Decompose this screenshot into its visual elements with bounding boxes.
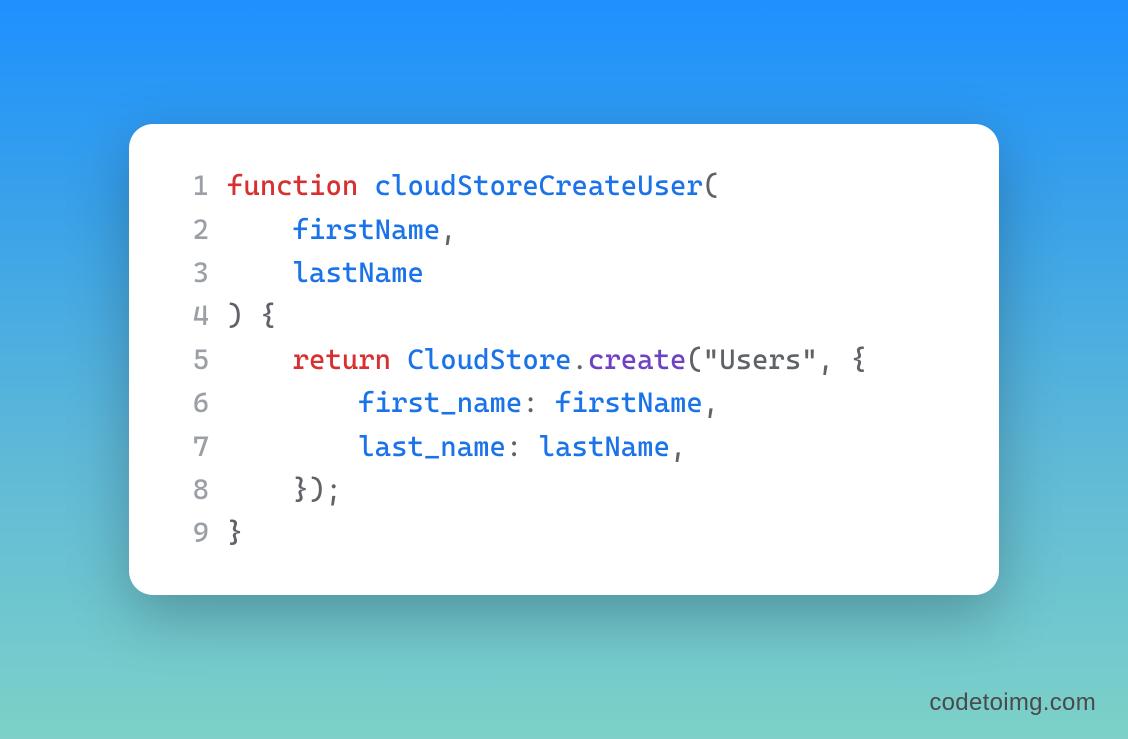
code-token: .: [572, 343, 588, 376]
code-line-content: lastName: [227, 251, 424, 294]
code-token: create: [588, 343, 686, 376]
code-line: 2 firstName,: [169, 208, 949, 251]
code-line: 9}: [169, 511, 949, 554]
code-token: CloudStore: [407, 343, 571, 376]
code-token: ,: [703, 386, 719, 419]
code-token: function: [227, 169, 358, 202]
code-line-content: }: [227, 511, 243, 554]
code-token: "Users": [703, 343, 818, 376]
code-card: 1function cloudStoreCreateUser(2 firstNa…: [129, 124, 999, 595]
code-token: [391, 343, 407, 376]
line-number: 9: [169, 511, 209, 554]
code-token: firstName: [293, 213, 441, 246]
code-token: first_name: [358, 386, 522, 419]
line-number: 4: [169, 294, 209, 337]
code-token: [227, 213, 293, 246]
line-number: 1: [169, 164, 209, 207]
code-line-content: return CloudStore.create("Users", {: [227, 338, 867, 381]
line-number: 3: [169, 251, 209, 294]
code-line: 5 return CloudStore.create("Users", {: [169, 338, 949, 381]
code-line: 6 first_name: firstName,: [169, 381, 949, 424]
code-line-content: firstName,: [227, 208, 457, 251]
code-token: last_name: [358, 430, 506, 463]
code-line-content: first_name: firstName,: [227, 381, 719, 424]
code-token: }: [227, 516, 243, 549]
code-line: 7 last_name: lastName,: [169, 425, 949, 468]
line-number: 5: [169, 338, 209, 381]
watermark: codetoimg.com: [929, 689, 1096, 717]
code-token: [358, 169, 374, 202]
code-line: 3 lastName: [169, 251, 949, 294]
code-token: firstName: [555, 386, 703, 419]
line-number: 6: [169, 381, 209, 424]
code-token: ,: [440, 213, 456, 246]
code-token: ) {: [227, 299, 276, 332]
code-token: cloudStoreCreateUser: [375, 169, 703, 202]
code-line: 8 });: [169, 468, 949, 511]
code-line: 1 function cloudStoreCreateUser(: [169, 164, 949, 207]
code-line-content: last_name: lastName,: [227, 425, 686, 468]
line-number: 2: [169, 208, 209, 251]
code-token: :: [506, 430, 539, 463]
line-number: 7: [169, 425, 209, 468]
code-token: return: [293, 343, 391, 376]
code-token: [227, 386, 358, 419]
code-token: (: [703, 169, 719, 202]
code-line-content: });: [227, 468, 342, 511]
code-token: });: [227, 473, 342, 506]
code-line-content: function cloudStoreCreateUser(: [227, 164, 719, 207]
code-token: [227, 430, 358, 463]
code-token: [227, 256, 293, 289]
code-token: ,: [670, 430, 686, 463]
code-token: :: [522, 386, 555, 419]
code-block: 1function cloudStoreCreateUser(2 firstNa…: [169, 164, 949, 555]
code-token: lastName: [293, 256, 424, 289]
code-line: 4 ) {: [169, 294, 949, 337]
code-token: [227, 343, 293, 376]
code-token: lastName: [539, 430, 670, 463]
code-line-content: ) {: [227, 294, 276, 337]
code-token: (: [686, 343, 702, 376]
line-number: 8: [169, 468, 209, 511]
code-token: , {: [818, 343, 867, 376]
